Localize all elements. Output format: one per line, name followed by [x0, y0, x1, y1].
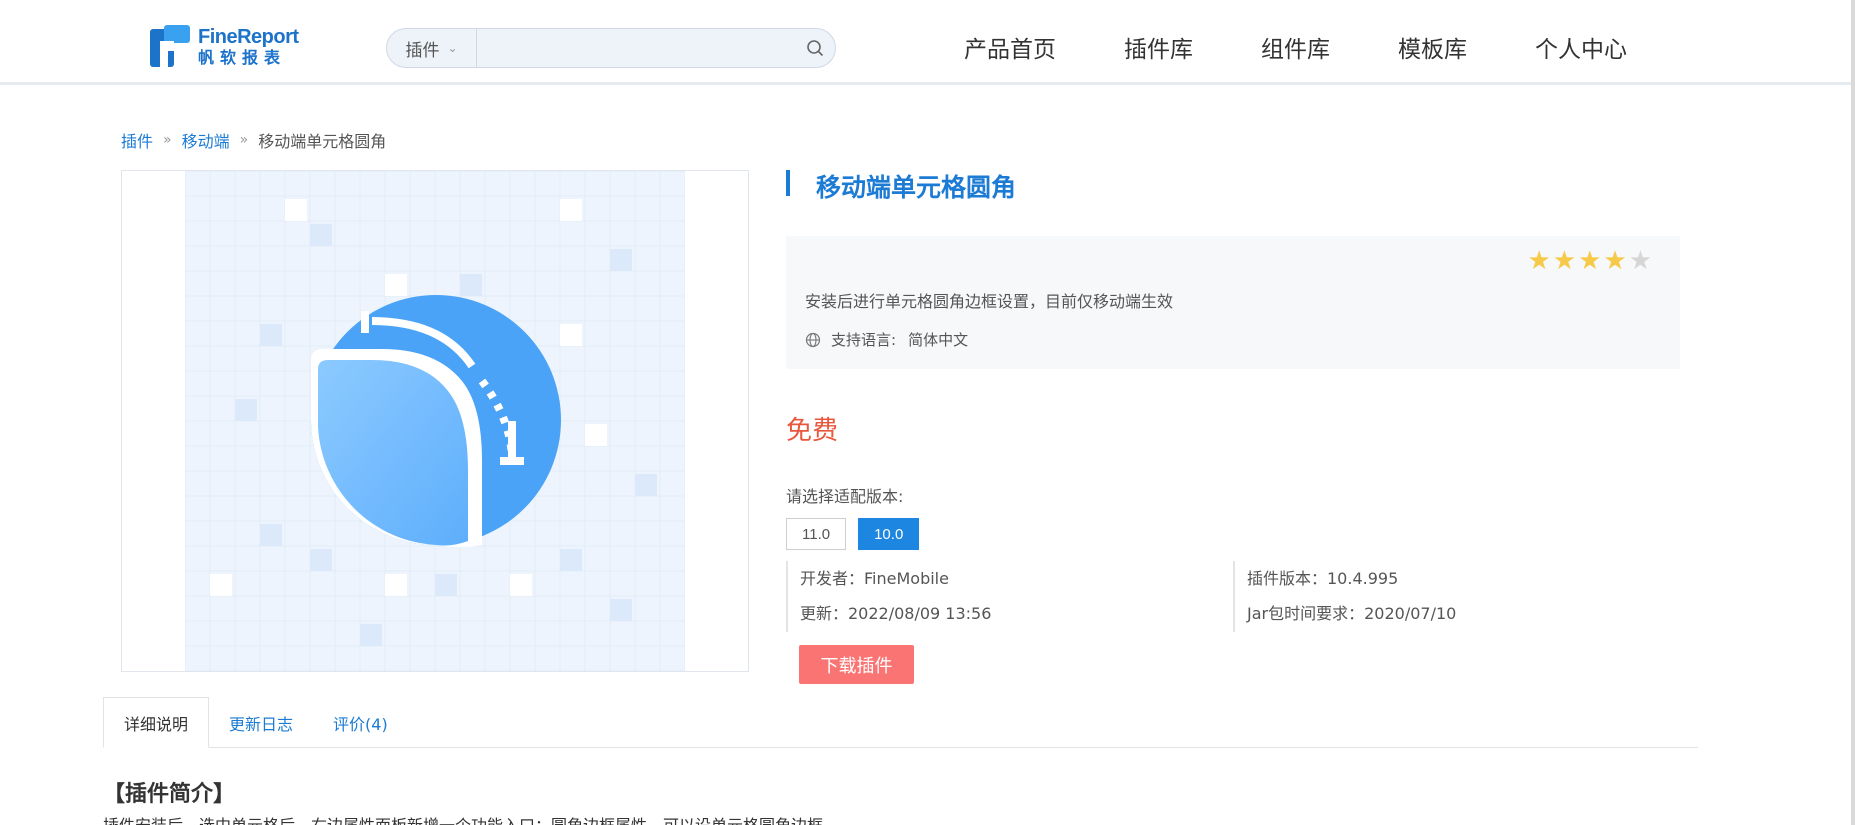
globe-icon: [805, 332, 821, 347]
plugin-meta-left: 开发者：FineMobile 更新：2022/08/09 13:56: [786, 561, 991, 632]
logo-text-en: FineReport: [198, 25, 299, 48]
plugin-title: 移动端单元格圆角: [816, 173, 1017, 202]
chevron-down-icon: ⌄: [447, 41, 458, 55]
nav-item-templates[interactable]: 模板库: [1398, 30, 1467, 64]
logo-text-cn: 帆软报表: [198, 47, 287, 67]
breadcrumb-separator: »: [163, 132, 172, 148]
supported-language: 支持语言: 简体中文: [805, 329, 968, 350]
star-icon: ★: [1527, 246, 1551, 276]
search-category-select[interactable]: 插件 ⌄: [387, 29, 477, 67]
download-plugin-button[interactable]: 下载插件: [799, 645, 914, 684]
page-scrollbar[interactable]: [1851, 0, 1855, 825]
intro-heading: 【插件简介】: [103, 782, 236, 807]
version-option-10[interactable]: 10.0: [858, 518, 920, 550]
star-icon: ★: [1603, 246, 1627, 276]
tab-reviews[interactable]: 评价(4): [313, 697, 408, 748]
plugin-version-info: 插件版本：10.4.995: [1247, 569, 1399, 588]
search-input[interactable]: [477, 29, 795, 67]
rating-stars: ★ ★ ★ ★ ★: [1525, 248, 1652, 274]
star-icon: ★: [1552, 246, 1577, 276]
plugin-description-box: ★ ★ ★ ★ ★ 安装后进行单元格圆角边框设置，目前仅移动端生效 支持语言: 简体中文: [786, 236, 1680, 369]
title-accent-bar: [786, 170, 790, 196]
version-select-label: 请选择适配版本:: [786, 487, 904, 506]
plugin-description: 安装后进行单元格圆角边框设置，目前仅移动端生效: [805, 292, 1174, 311]
language-value: 简体中文: [908, 331, 969, 349]
finereport-logo-icon: [150, 25, 190, 67]
breadcrumb-separator: »: [239, 132, 249, 148]
nav-item-components[interactable]: 组件库: [1261, 30, 1330, 64]
breadcrumb-current: 移动端单元格圆角: [258, 132, 387, 151]
developer-info: 开发者：FineMobile: [800, 569, 949, 588]
main-nav: 产品首页 插件库 组件库 模板库 个人中心: [964, 30, 1695, 64]
plugin-preview-image: [185, 171, 685, 671]
star-icon: ★: [1628, 246, 1652, 276]
search-category-label: 插件: [405, 40, 440, 61]
version-option-11[interactable]: 11.0: [786, 518, 847, 550]
star-icon: ★: [1578, 246, 1602, 276]
nav-item-plugins[interactable]: 插件库: [1124, 30, 1193, 64]
top-header: FineReport 帆软报表 插件 ⌄ 产品首页 插件库 组件库 模板库 个人…: [0, 0, 1855, 85]
tab-changelog[interactable]: 更新日志: [209, 697, 313, 748]
breadcrumb: 插件 » 移动端 » 移动端单元格圆角: [121, 128, 386, 152]
version-options: 11.0 10.0: [786, 518, 931, 550]
nav-item-personal-center[interactable]: 个人中心: [1535, 30, 1627, 64]
finereport-logo[interactable]: FineReport 帆软报表: [150, 24, 299, 68]
update-time: 更新：2022/08/09 13:56: [800, 604, 992, 623]
plugin-image-panel: [121, 170, 749, 672]
tab-details[interactable]: 详细说明: [103, 697, 210, 748]
search-icon[interactable]: [795, 29, 835, 67]
nav-item-home[interactable]: 产品首页: [964, 30, 1056, 64]
intro-text: 插件安装后，选中单元格后，右边属性面板新增一个功能入口：圆角边框属性，可以设单元…: [103, 812, 823, 825]
plugin-price: 免费: [786, 416, 839, 446]
language-label: 支持语言:: [831, 331, 897, 349]
search-bar: 插件 ⌄: [386, 28, 836, 68]
breadcrumb-link-plugins[interactable]: 插件: [121, 128, 153, 152]
jar-requirement-info: Jar包时间要求：2020/07/10: [1247, 604, 1457, 623]
detail-tabs: 详细说明 更新日志 评价(4): [103, 697, 1698, 748]
plugin-meta-right: 插件版本：10.4.995 Jar包时间要求：2020/07/10: [1233, 561, 1456, 632]
breadcrumb-link-mobile[interactable]: 移动端: [182, 128, 230, 152]
